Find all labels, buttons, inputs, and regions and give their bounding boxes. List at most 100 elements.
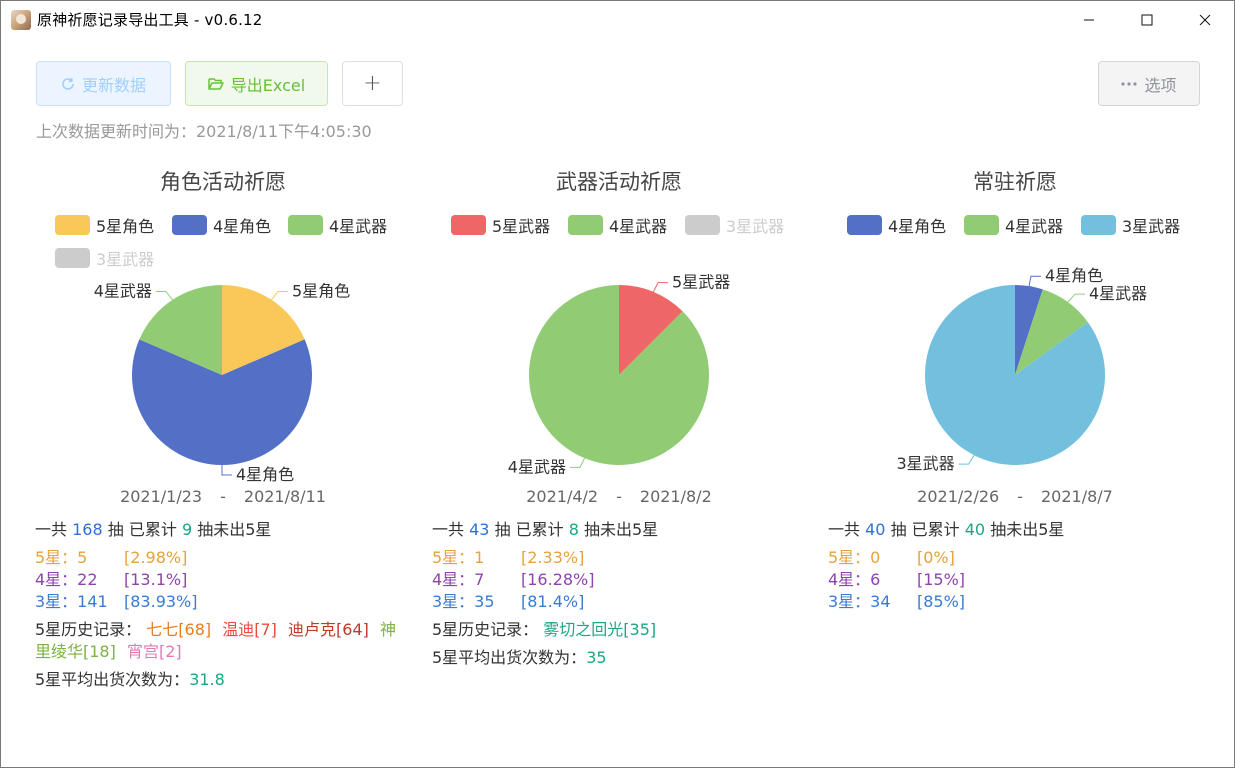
panel-standard: 常驻祈愿 4星角色 4星武器 3星武器 4星角色 4星武器 3星武器 2021/2/… bbox=[825, 161, 1205, 721]
five-star-row: 5星：0 [0%] bbox=[828, 547, 1203, 569]
panel-title: 角色活动祈愿 bbox=[160, 170, 286, 194]
stats: 一共 40 抽 已累计 40 抽未出5星 5星：0 [0%] 4星：6 [15%] … bbox=[828, 519, 1203, 613]
three-star-count: 3星：35 bbox=[432, 592, 495, 611]
legend-item-4star-character[interactable]: 4星角色 bbox=[847, 213, 946, 237]
maximize-icon bbox=[1141, 14, 1153, 25]
total-pulls: 168 bbox=[72, 520, 103, 539]
pie-label: 4星武器 bbox=[508, 457, 566, 476]
legend-item-4star-weapon[interactable]: 4星武器 bbox=[964, 213, 1063, 237]
title-bar[interactable]: 原神祈愿记录导出工具 - v0.6.12 bbox=[1, 1, 1234, 38]
pie-label: 5星武器 bbox=[672, 273, 730, 292]
legend-item-5star-character[interactable]: 5星角色 bbox=[55, 213, 154, 237]
close-icon bbox=[1199, 14, 1211, 25]
legend-swatch bbox=[685, 215, 720, 235]
panel-title: 常驻祈愿 bbox=[973, 170, 1057, 194]
history-label: 5星历史记录： bbox=[35, 620, 142, 639]
last-update-time: 上次数据更新时间为：2021/8/11下午4:05:30 bbox=[36, 122, 372, 141]
pity-count: 9 bbox=[181, 520, 193, 539]
pie-label: 3星武器 bbox=[897, 454, 955, 473]
legend-swatch bbox=[964, 215, 999, 235]
date-start: 2021/1/23 bbox=[120, 487, 203, 506]
options-button[interactable]: 选项 bbox=[1098, 61, 1200, 106]
four-star-row: 4星：7 [16.28%] bbox=[432, 569, 807, 591]
summary-line: 一共 168 抽 已累计 9 抽未出5星 bbox=[35, 519, 410, 541]
history-item: 温迪[7] bbox=[222, 620, 277, 639]
date-start: 2021/2/26 bbox=[917, 487, 1000, 506]
pie-label: 5星角色 bbox=[292, 281, 350, 300]
folder-open-icon bbox=[208, 77, 224, 91]
panel-weapon-event: 武器活动祈愿 5星武器 4星武器 3星武器 5星武器 4星武器 2021/4/2-… bbox=[429, 161, 809, 721]
date-end: 2021/8/2 bbox=[639, 487, 712, 506]
legend-swatch bbox=[847, 215, 882, 235]
legend-item-4star-weapon[interactable]: 4星武器 bbox=[288, 213, 387, 237]
five-star-count: 5星：0 bbox=[828, 548, 881, 567]
legend-label: 4星角色 bbox=[213, 217, 272, 236]
legend-swatch bbox=[451, 215, 486, 235]
five-star-percent: [2.98%] bbox=[124, 548, 188, 567]
five-star-history: 5星历史记录： 雾切之回光[35] bbox=[432, 619, 807, 641]
legend-swatch bbox=[288, 215, 323, 235]
five-star-percent: [2.33%] bbox=[521, 548, 585, 567]
three-star-row: 3星：34 [85%] bbox=[828, 591, 1203, 613]
total-pulls: 40 bbox=[865, 520, 886, 539]
three-star-row: 3星：141 [83.93%] bbox=[35, 591, 410, 613]
pie-label: 4星角色 bbox=[236, 465, 294, 484]
refresh-icon bbox=[61, 77, 75, 91]
legend-item-4star-character[interactable]: 4星角色 bbox=[172, 213, 271, 237]
summary-text: 一共 bbox=[432, 520, 465, 539]
three-star-percent: [83.93%] bbox=[124, 592, 198, 611]
legend-item-3star-weapon[interactable]: 3星武器 bbox=[685, 213, 784, 237]
summary-text: 抽未出5星 bbox=[197, 520, 272, 539]
maximize-button[interactable] bbox=[1118, 1, 1176, 38]
legend-label: 4星武器 bbox=[1005, 217, 1064, 236]
app-icon bbox=[11, 9, 31, 30]
history-item: 七七[68] bbox=[146, 620, 212, 639]
legend-swatch bbox=[568, 215, 603, 235]
history-item: 雾切之回光[35] bbox=[543, 620, 657, 639]
pity-count: 8 bbox=[568, 520, 579, 539]
window-controls bbox=[1060, 1, 1234, 38]
legend-item-5star-weapon[interactable]: 5星武器 bbox=[451, 213, 550, 237]
five-star-row: 5星：5 [2.98%] bbox=[35, 547, 410, 569]
legend-label: 4星角色 bbox=[888, 217, 947, 236]
minimize-button[interactable] bbox=[1060, 1, 1118, 38]
legend-item-4star-weapon[interactable]: 4星武器 bbox=[568, 213, 667, 237]
toolbar: 更新数据 导出Excel + 选项 bbox=[36, 61, 1200, 106]
three-star-percent: [81.4%] bbox=[521, 592, 585, 611]
pie-label-line bbox=[271, 290, 289, 301]
average-label: 5星平均出货次数为： bbox=[432, 648, 587, 667]
more-icon bbox=[1121, 81, 1138, 86]
five-star-percent: [0%] bbox=[917, 548, 955, 567]
close-button[interactable] bbox=[1176, 1, 1234, 38]
refresh-data-button[interactable]: 更新数据 bbox=[36, 61, 171, 106]
export-excel-button[interactable]: 导出Excel bbox=[185, 61, 328, 106]
five-star-row: 5星：1 [2.33%] bbox=[432, 547, 807, 569]
summary-text: 抽 已累计 bbox=[494, 520, 564, 539]
date-end: 2021/8/11 bbox=[243, 487, 326, 506]
plus-icon: + bbox=[363, 71, 382, 96]
history-label: 5星历史记录： bbox=[432, 620, 539, 639]
summary-text: 一共 bbox=[35, 520, 68, 539]
summary-line: 一共 43 抽 已累计 8 抽未出5星 bbox=[432, 519, 807, 541]
legend-swatch bbox=[55, 215, 90, 235]
pie-label: 4星武器 bbox=[94, 281, 152, 300]
average-line: 5星平均出货次数为：31.8 bbox=[35, 669, 410, 691]
five-star-count: 5星：5 bbox=[35, 548, 88, 567]
date-start: 2021/4/2 bbox=[526, 487, 599, 506]
four-star-percent: [15%] bbox=[917, 570, 966, 589]
pity-count: 40 bbox=[964, 520, 986, 539]
history-item: 迪卢克[64] bbox=[288, 620, 369, 639]
legend-label: 4星武器 bbox=[609, 217, 668, 236]
average-value: 31.8 bbox=[189, 670, 225, 689]
total-pulls: 43 bbox=[469, 520, 490, 539]
stats: 一共 43 抽 已累计 8 抽未出5星 5星：1 [2.33%] 4星：7 [16.… bbox=[432, 519, 807, 669]
average-label: 5星平均出货次数为： bbox=[35, 670, 190, 689]
legend-item-3star-weapon[interactable]: 3星武器 bbox=[1081, 213, 1180, 237]
four-star-percent: [13.1%] bbox=[124, 570, 188, 589]
legend-label: 5星角色 bbox=[96, 217, 155, 236]
history-item: 宵宫[2] bbox=[126, 642, 182, 661]
stats: 一共 168 抽 已累计 9 抽未出5星 5星：5 [2.98%] 4星：22 [1… bbox=[35, 519, 410, 691]
add-button[interactable]: + bbox=[342, 61, 403, 106]
pie-chart: 5星武器 4星武器 bbox=[508, 273, 730, 477]
legend-label: 3星武器 bbox=[726, 217, 785, 236]
